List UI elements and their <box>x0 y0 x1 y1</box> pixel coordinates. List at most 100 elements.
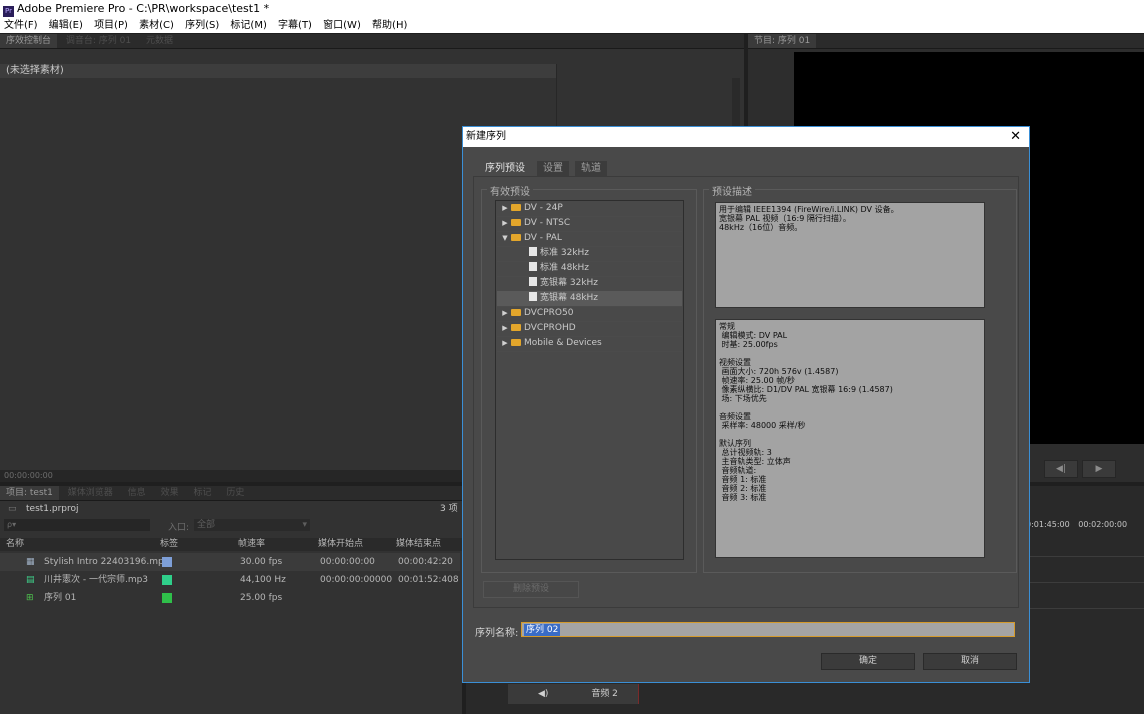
row-name: 序列 01 <box>44 593 77 603</box>
preset-label: DVCPROHD <box>524 323 576 333</box>
collapsed-arrow-icon[interactable]: ▶ <box>499 216 511 231</box>
delete-preset-button[interactable]: 删除预设 <box>483 581 579 598</box>
tab-effects[interactable]: 效果 <box>155 486 185 500</box>
menu-edit[interactable]: 编辑(E) <box>49 20 83 31</box>
preset-folder[interactable]: ▶ DVCPROHD <box>497 321 682 337</box>
table-row[interactable]: ▤ 川井憲次 - 一代宗师.mp3 44,100 Hz 00:00:00:000… <box>0 571 460 589</box>
in-point-select[interactable]: 全部 ▾ <box>194 519 310 531</box>
detail-line: 音频 3: 标准 <box>719 493 767 502</box>
menu-clip[interactable]: 素材(C) <box>139 20 174 31</box>
menu-project[interactable]: 项目(P) <box>94 20 128 31</box>
tab-markers[interactable]: 标记 <box>187 486 217 500</box>
step-back-icon[interactable]: ◀| <box>1044 460 1078 478</box>
row-start: 00:00:00:00000 <box>320 575 393 585</box>
collapsed-arrow-icon[interactable]: ▶ <box>499 336 511 351</box>
no-clip-selected-label: (未选择素材) <box>0 64 556 78</box>
chevron-down-icon: ▾ <box>302 520 307 530</box>
description-label: 预设描述 <box>709 183 755 198</box>
detail-line: 总计视频轨: 3 <box>719 448 772 457</box>
collapsed-arrow-icon[interactable]: ▶ <box>499 201 511 216</box>
timeline-ruler: 0:01:45:00 00:02:00:00 <box>1026 518 1144 532</box>
tab-audio-mixer[interactable]: 调音台: 序列 01 <box>60 34 137 48</box>
row-name: 川井憲次 - 一代宗师.mp3 <box>44 575 149 585</box>
source-panel-tabs: 序效控制台 调音台: 序列 01 元数据 <box>0 34 744 49</box>
col-name[interactable]: 名称 <box>6 538 24 551</box>
tab-info[interactable]: 信息 <box>122 486 152 500</box>
project-panel: 项目: test1 媒体浏览器 信息 效果 标记 历史 ▭ test1.prpr… <box>0 486 462 714</box>
menu-marker[interactable]: 标记(M) <box>230 20 266 31</box>
menu-sequence[interactable]: 序列(S) <box>185 20 219 31</box>
close-icon[interactable]: ✕ <box>1010 127 1021 147</box>
expanded-arrow-icon[interactable]: ▼ <box>499 231 511 246</box>
detail-line <box>719 403 981 412</box>
detail-line <box>719 430 981 439</box>
sequence-name-input[interactable]: 序列 02 <box>521 622 1015 637</box>
col-media-end[interactable]: 媒体结束点 <box>396 538 441 551</box>
tab-program[interactable]: 节目: 序列 01 <box>748 34 817 48</box>
tab-tracks[interactable]: 轨道 <box>575 161 607 176</box>
project-panel-tabs: 项目: test1 媒体浏览器 信息 效果 标记 历史 <box>0 486 462 501</box>
tab-effect-controls[interactable]: 序效控制台 <box>0 34 58 48</box>
sequence-name-label: 序列名称: <box>475 628 519 639</box>
audio-track-header[interactable]: ◀) 音频 2 <box>508 684 639 704</box>
preset-label: DV - 24P <box>524 203 563 213</box>
preset-item[interactable]: 标准 32kHz <box>497 246 682 262</box>
track-divider <box>1026 582 1144 583</box>
row-end: 00:01:52:408 <box>398 575 459 585</box>
tab-media-browser[interactable]: 媒体浏览器 <box>62 486 119 500</box>
folder-icon <box>511 204 521 211</box>
preset-description: 用于编辑 IEEE1394 (FireWire/i.LINK) DV 设备。 宽银… <box>715 202 985 308</box>
preset-item[interactable]: 标准 48kHz <box>497 261 682 277</box>
table-row[interactable]: ▦ Stylish Intro 22403196.mp4 30.00 fps 0… <box>0 553 460 571</box>
menu-help[interactable]: 帮助(H) <box>372 20 407 31</box>
col-frame-rate[interactable]: 帧速率 <box>238 538 265 551</box>
tab-metadata[interactable]: 元数据 <box>140 34 179 48</box>
sequence-name-value: 序列 02 <box>524 624 561 636</box>
collapsed-arrow-icon[interactable]: ▶ <box>499 321 511 336</box>
tab-settings[interactable]: 设置 <box>537 161 569 176</box>
col-media-start[interactable]: 媒体开始点 <box>318 538 363 551</box>
ok-button[interactable]: 确定 <box>821 653 915 670</box>
ruler-time: 00:02:00:00 <box>1078 520 1128 529</box>
detail-line: 常规 <box>719 322 735 331</box>
preset-folder[interactable]: ▶ Mobile & Devices <box>497 336 682 352</box>
table-row[interactable]: ⊞ 序列 01 25.00 fps <box>0 589 460 607</box>
tab-history[interactable]: 历史 <box>220 486 250 500</box>
preset-folder[interactable]: ▶ DV - 24P <box>497 201 682 217</box>
menu-bar: 文件(F) 编辑(E) 项目(P) 素材(C) 序列(S) 标记(M) 字幕(T… <box>0 18 1144 33</box>
label-color-swatch <box>162 593 172 603</box>
folder-icon <box>511 309 521 316</box>
preset-item[interactable]: 宽银幕 32kHz <box>497 276 682 292</box>
video-clip-icon: ▦ <box>26 557 35 567</box>
project-search-input[interactable]: ρ▾ <box>4 519 150 531</box>
menu-title[interactable]: 字幕(T) <box>278 20 312 31</box>
presets-label: 有效预设 <box>487 183 533 198</box>
menu-window[interactable]: 窗口(W) <box>323 20 361 31</box>
col-label[interactable]: 标签 <box>160 538 178 551</box>
detail-line: 默认序列 <box>719 439 751 448</box>
description-line: 用于编辑 IEEE1394 (FireWire/i.LINK) DV 设备。 <box>719 205 899 214</box>
preset-item[interactable]: 宽银幕 48kHz <box>497 291 682 307</box>
source-timecode: 00:00:00:00 <box>4 471 53 480</box>
detail-line <box>719 349 981 358</box>
cancel-button[interactable]: 取消 <box>923 653 1017 670</box>
preset-folder[interactable]: ▶ DVCPRO50 <box>497 306 682 322</box>
preset-folder[interactable]: ▼ DV - PAL <box>497 231 682 247</box>
in-point-label: 入口: <box>168 523 190 533</box>
preset-label: 标准 48kHz <box>540 263 590 273</box>
detail-line: 采样率: 48000 采样/秒 <box>719 421 806 430</box>
play-icon[interactable]: ▶ <box>1082 460 1116 478</box>
presets-tree[interactable]: ▶ DV - 24P ▶ DV - NTSC ▼ DV - PAL 标准 32kHz 标准 4… <box>495 200 684 560</box>
collapsed-arrow-icon[interactable]: ▶ <box>499 306 511 321</box>
tab-sequence-presets[interactable]: 序列预设 <box>479 161 531 176</box>
folder-icon <box>511 234 521 241</box>
detail-line: 音频设置 <box>719 412 751 421</box>
project-file-row: ▭ test1.prproj 3 项 <box>0 502 462 516</box>
preset-folder[interactable]: ▶ DV - NTSC <box>497 216 682 232</box>
ruler-time: 0:01:45:00 <box>1026 520 1070 529</box>
menu-file[interactable]: 文件(F) <box>4 20 38 31</box>
preset-details: 常规 编辑模式: DV PAL 时基: 25.00fps 视频设置 画面大小: … <box>715 319 985 558</box>
tab-project[interactable]: 项目: test1 <box>0 486 59 500</box>
folder-icon <box>511 339 521 346</box>
row-name: Stylish Intro 22403196.mp4 <box>44 557 170 567</box>
